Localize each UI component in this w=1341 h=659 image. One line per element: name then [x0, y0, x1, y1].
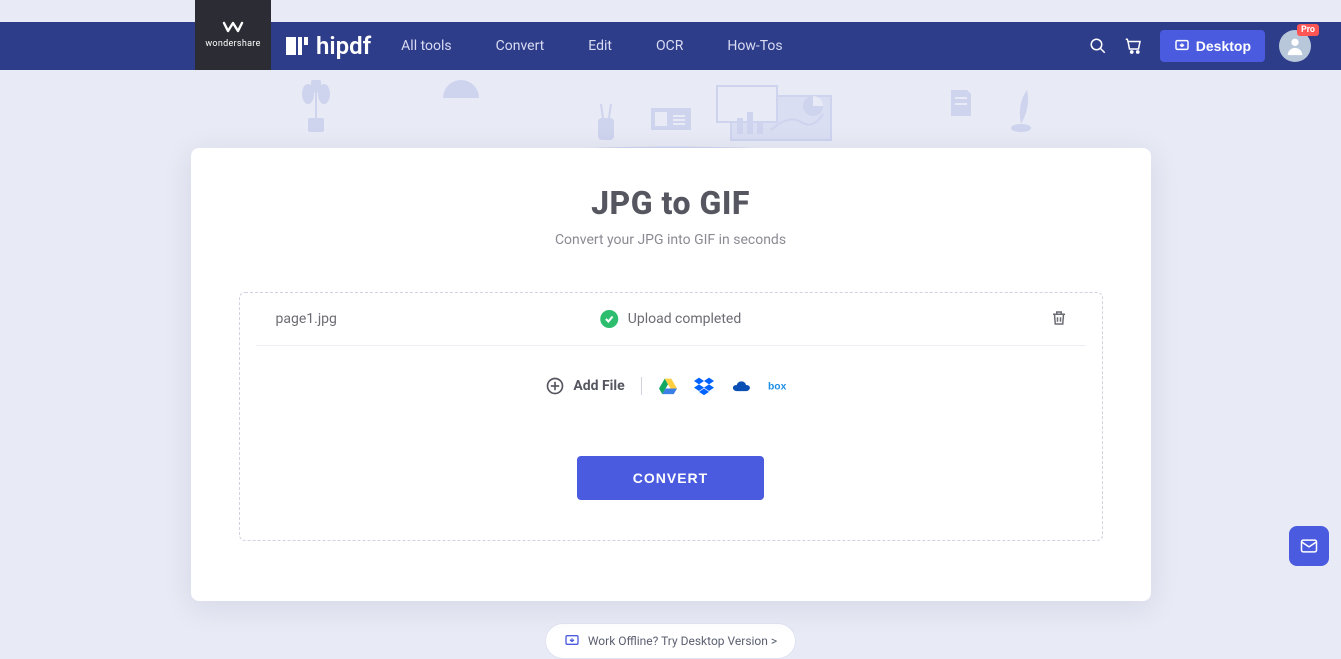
- avatar-icon: [1284, 35, 1306, 57]
- wondershare-logo[interactable]: wondershare: [195, 0, 271, 70]
- delete-file-button[interactable]: [1050, 309, 1068, 330]
- mail-icon: [1299, 536, 1319, 556]
- file-row: page1.jpg Upload completed: [256, 293, 1086, 346]
- decorative-banner: [0, 70, 1341, 152]
- page-subtitle: Convert your JPG into GIF in seconds: [191, 232, 1151, 248]
- search-button[interactable]: [1080, 28, 1116, 64]
- wondershare-label: wondershare: [205, 39, 260, 49]
- upload-area: page1.jpg Upload completed Add File: [239, 292, 1103, 541]
- nav-howtos[interactable]: How-Tos: [727, 38, 782, 54]
- nav-convert[interactable]: Convert: [496, 38, 545, 54]
- plus-circle-icon: [545, 376, 565, 396]
- onedrive-icon: [730, 378, 752, 394]
- pro-badge: Pro: [1297, 24, 1319, 36]
- download-icon: [1174, 38, 1190, 54]
- file-name: page1.jpg: [276, 311, 337, 327]
- google-drive-icon: [658, 377, 678, 395]
- cart-button[interactable]: [1116, 28, 1152, 64]
- box-icon: box: [768, 379, 796, 393]
- svg-text:box: box: [768, 382, 787, 393]
- main-nav: All tools Convert Edit OCR How-Tos: [401, 38, 782, 54]
- search-icon: [1089, 37, 1107, 55]
- desktop-label: Desktop: [1196, 38, 1251, 54]
- converter-card: JPG to GIF Convert your JPG into GIF in …: [191, 148, 1151, 601]
- feedback-button[interactable]: [1289, 526, 1329, 566]
- desktop-button[interactable]: Desktop: [1160, 30, 1265, 62]
- download-desktop-icon: [564, 633, 580, 649]
- convert-button[interactable]: CONVERT: [577, 456, 764, 500]
- divider: [641, 377, 642, 395]
- nav-edit[interactable]: Edit: [588, 38, 612, 54]
- nav-ocr[interactable]: OCR: [656, 38, 683, 54]
- dropbox-icon: [694, 377, 714, 395]
- offline-version-link[interactable]: Work Offline? Try Desktop Version >: [545, 623, 796, 659]
- add-file-row: Add File box: [240, 376, 1102, 396]
- upload-status: Upload completed: [600, 310, 742, 328]
- cart-icon: [1125, 37, 1143, 55]
- page-title: JPG to GIF: [191, 184, 1151, 222]
- add-file-label: Add File: [573, 378, 624, 394]
- google-drive-button[interactable]: [658, 377, 678, 395]
- hipdf-logo[interactable]: hipdf: [286, 32, 371, 60]
- product-name: hipdf: [316, 32, 371, 60]
- main-header: wondershare hipdf All tools Convert Edit…: [0, 22, 1341, 70]
- box-button[interactable]: box: [768, 379, 796, 393]
- user-avatar[interactable]: Pro: [1279, 30, 1311, 62]
- nav-all-tools[interactable]: All tools: [401, 38, 451, 54]
- onedrive-button[interactable]: [730, 378, 752, 394]
- add-file-button[interactable]: Add File: [545, 376, 624, 396]
- dropbox-button[interactable]: [694, 377, 714, 395]
- status-text: Upload completed: [628, 311, 742, 327]
- trash-icon: [1050, 309, 1068, 327]
- check-icon: [600, 310, 618, 328]
